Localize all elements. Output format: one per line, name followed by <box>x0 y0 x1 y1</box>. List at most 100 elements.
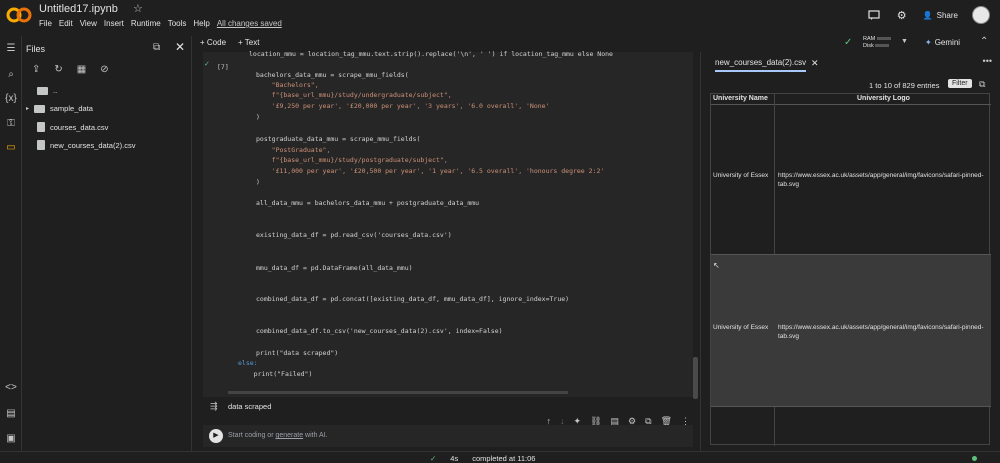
code-line: existing_data_df = pd.read_csv('courses_… <box>256 231 452 239</box>
gemini-button[interactable]: ✦ Gemini <box>925 38 960 47</box>
output-text: data scraped <box>228 402 272 411</box>
placeholder-text: Start coding or <box>228 432 276 439</box>
left-rail: ☰ ⌕ {x} ⚿ ▭ <> ▤ ▣ <box>0 36 22 451</box>
entries-count: 1 to 10 of 829 entries <box>869 81 940 90</box>
hide-files-icon[interactable]: ⊘ <box>100 64 108 75</box>
code-line: location_mmu = location_tag_mmu.text.str… <box>249 50 613 58</box>
code-line: '£11,000 per year', '£20,500 per year', … <box>256 167 605 175</box>
files-panel: Files ⧉ ✕ ⇪ ↻ ▦ ⊘ .. ▸ sample_data cours… <box>22 36 192 451</box>
run-complete-check-icon: ✓ <box>204 61 210 68</box>
table-row[interactable]: ↖ University of Essex https://www.essex.… <box>711 255 991 407</box>
file-icon <box>37 122 45 132</box>
files-folder-icon[interactable]: ▭ <box>4 141 18 155</box>
output-icon[interactable]: ⇶ <box>210 401 218 412</box>
file-tree-label: sample_data <box>50 104 93 113</box>
code-snippets-icon[interactable]: <> <box>4 381 18 395</box>
chevron-right-icon[interactable]: ▸ <box>26 105 29 112</box>
file-tree-parent[interactable]: .. <box>37 86 57 95</box>
generate-link[interactable]: generate <box>275 432 303 439</box>
top-bar: Untitled17.ipynb ☆ File Edit View Insert… <box>0 0 1000 36</box>
column-header-university-name[interactable]: University Name <box>713 95 768 102</box>
star-icon[interactable]: ☆ <box>133 2 143 15</box>
share-button[interactable]: 👤 Share <box>923 11 958 20</box>
file-tree-label: .. <box>53 86 58 95</box>
vertical-scrollbar[interactable] <box>693 357 698 399</box>
disk-label: Disk <box>863 43 874 49</box>
menu-view[interactable]: View <box>80 19 97 28</box>
code-line: all_data_mmu = bachelors_data_mmu + post… <box>256 199 480 207</box>
secrets-key-icon[interactable]: ⚿ <box>4 117 18 131</box>
terminal-icon[interactable]: ▣ <box>4 432 18 446</box>
avatar[interactable] <box>972 6 990 24</box>
code-line: "Bachelors", <box>256 81 319 89</box>
table-row[interactable]: University of Essex https://www.essex.ac… <box>711 105 991 255</box>
menu-file[interactable]: File <box>39 19 52 28</box>
command-palette-icon[interactable]: ▤ <box>4 407 18 421</box>
code-cell[interactable]: ✓ [7] location_mmu = location_tag_mmu.te… <box>203 50 693 397</box>
file-tree-new-courses-data[interactable]: new_courses_data(2).csv <box>37 140 135 150</box>
files-panel-title: Files <box>26 44 46 54</box>
horizontal-scrollbar[interactable] <box>228 391 568 394</box>
variables-icon[interactable]: {x} <box>4 92 18 106</box>
upload-file-icon[interactable]: ⇪ <box>32 64 40 75</box>
menu-runtime[interactable]: Runtime <box>131 19 161 28</box>
code-line: f"{base_url_mmu}/study/postgraduate/subj… <box>256 156 448 164</box>
table-header: University Name University Logo <box>711 94 991 105</box>
connected-check-icon: ✓ <box>844 37 853 48</box>
code-line: postgraduate_data_mmu = scrape_mmu_field… <box>256 135 421 143</box>
menu-bar: File Edit View Insert Runtime Tools Help… <box>39 19 282 28</box>
filter-button[interactable]: Filter <box>948 79 972 88</box>
status-text: ✓ 4s completed at 11:06 <box>430 454 535 463</box>
colab-logo[interactable] <box>6 6 32 24</box>
status-completed: completed at 11:06 <box>472 454 536 463</box>
code-line: print("data scraped") <box>256 349 339 357</box>
comment-icon[interactable] <box>867 8 881 22</box>
code-line: mmu_data_df = pd.DataFrame(all_data_mmu) <box>256 264 413 272</box>
mount-drive-icon[interactable]: ▦ <box>77 64 86 75</box>
collapse-icon[interactable]: ⌃ <box>980 36 988 47</box>
close-tab-icon[interactable]: ✕ <box>811 58 819 69</box>
new-window-icon[interactable]: ⧉ <box>153 42 160 53</box>
column-header-university-logo[interactable]: University Logo <box>857 95 910 102</box>
menu-help[interactable]: Help <box>193 19 209 28</box>
tab-new-courses-data[interactable]: new_courses_data(2).csv <box>715 58 807 72</box>
file-tree-courses-data[interactable]: courses_data.csv <box>37 122 108 132</box>
menu-edit[interactable]: Edit <box>59 19 73 28</box>
save-status[interactable]: All changes saved <box>217 19 282 28</box>
file-tree-label: new_courses_data(2).csv <box>50 140 136 150</box>
add-text-button[interactable]: + Text <box>238 38 259 47</box>
data-table: University Name University Logo Universi… <box>710 93 991 446</box>
run-cell-button[interactable]: ▶ <box>209 429 223 443</box>
menu-tools[interactable]: Tools <box>168 19 187 28</box>
more-horiz-icon[interactable]: ••• <box>983 56 992 66</box>
table-of-contents-icon[interactable]: ☰ <box>4 42 18 56</box>
placeholder-text: with AI. <box>303 432 328 439</box>
cell-university-logo: https://www.essex.ac.uk/assets/app/gener… <box>778 172 984 188</box>
menu-insert[interactable]: Insert <box>104 19 124 28</box>
files-toolbar: ⇪ ↻ ▦ ⊘ <box>32 64 109 75</box>
add-code-button[interactable]: + Code <box>200 38 226 47</box>
gemini-label: Gemini <box>934 38 961 47</box>
file-tree-sample-data[interactable]: ▸ sample_data <box>26 104 93 113</box>
chevron-down-icon[interactable]: ▼ <box>901 38 908 45</box>
search-icon[interactable]: ⌕ <box>4 68 18 82</box>
cell-university-logo: https://www.essex.ac.uk/assets/app/gener… <box>778 324 984 340</box>
notebook-title[interactable]: Untitled17.ipynb <box>39 3 118 15</box>
new-code-cell[interactable]: ▶ Start coding or generate with AI. <box>203 425 693 447</box>
resource-monitor[interactable]: RAM Disk <box>863 36 891 50</box>
cell-university-name: University of Essex <box>713 172 769 179</box>
refresh-icon[interactable]: ↻ <box>54 64 62 75</box>
new-cell-placeholder[interactable]: Start coding or generate with AI. <box>228 432 328 439</box>
folder-icon <box>34 104 46 113</box>
code-line: ) <box>256 178 260 186</box>
copy-icon[interactable]: ⧉ <box>979 79 985 90</box>
runtime-status-indicator <box>972 456 977 461</box>
close-icon[interactable]: ✕ <box>175 40 185 54</box>
file-tree-label: courses_data.csv <box>50 122 109 132</box>
status-duration: 4s <box>450 454 459 463</box>
settings-gear-icon[interactable]: ⚙ <box>895 8 909 22</box>
code-line: combined_data_df.to_csv('new_courses_dat… <box>256 327 503 335</box>
code-line: ) <box>256 113 260 121</box>
code-editor[interactable]: location_mmu = location_tag_mmu.text.str… <box>211 50 693 378</box>
gemini-sparkle-icon: ✦ <box>925 38 932 47</box>
